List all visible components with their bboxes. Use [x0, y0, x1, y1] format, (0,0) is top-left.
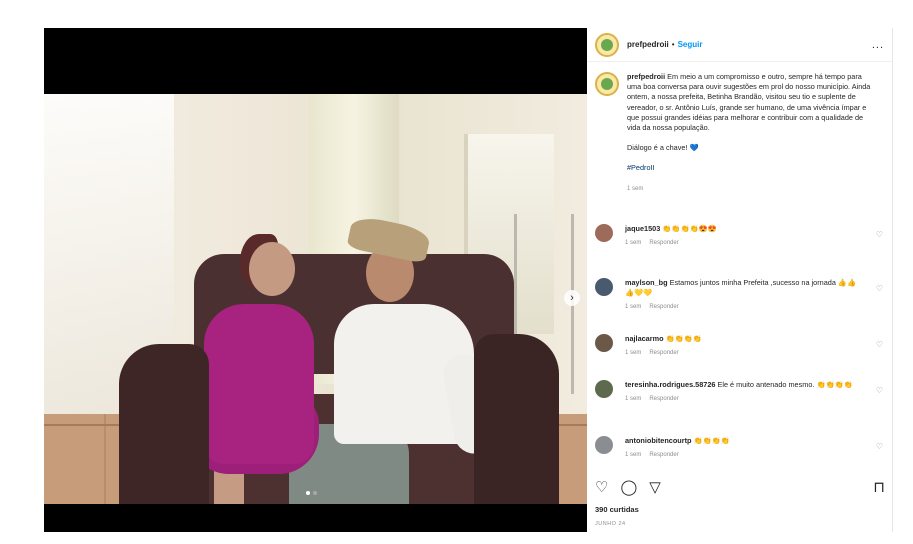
- comment-time: 1 sem: [625, 350, 642, 356]
- comment-item: najlacarmo 👏👏👏👏 1 sem Responder ♡: [595, 334, 885, 380]
- heart-icon[interactable]: ♡: [876, 442, 883, 451]
- follow-button[interactable]: Seguir: [678, 40, 703, 49]
- woman-dress: [204, 304, 314, 464]
- caption: prefpedroii Em meio a um compromisso e o…: [587, 62, 892, 194]
- logo-icon: [601, 38, 613, 51]
- reply-button[interactable]: Responder: [649, 304, 678, 310]
- comment-avatar[interactable]: [595, 380, 613, 398]
- carousel-dots: [306, 491, 317, 495]
- comment-avatar[interactable]: [595, 334, 613, 352]
- caption-closing: Diálogo é a chave!: [627, 143, 688, 153]
- post-header: prefpedroii • Seguir ...: [587, 28, 892, 62]
- reply-button[interactable]: Responder: [649, 240, 678, 246]
- reply-button[interactable]: Responder: [649, 396, 678, 402]
- comment-username[interactable]: jaque1503: [625, 224, 660, 233]
- comment-text: Ele é muito antenado mesmo. 👏👏👏👏: [717, 380, 853, 389]
- share-icon[interactable]: ▽: [649, 480, 661, 495]
- woman-head: [249, 242, 295, 296]
- comment-icon[interactable]: ◯: [620, 480, 637, 495]
- heart-icon[interactable]: ♡: [876, 230, 883, 239]
- like-icon[interactable]: ♡: [595, 480, 608, 495]
- likes-count[interactable]: 390 curtidas: [595, 505, 639, 514]
- caption-username[interactable]: prefpedroii: [627, 72, 665, 81]
- comment-avatar[interactable]: [595, 278, 613, 296]
- bookmark-icon[interactable]: ⊓: [873, 480, 885, 495]
- heart-icon[interactable]: ♡: [876, 386, 883, 395]
- next-media-button[interactable]: ›: [564, 290, 580, 306]
- carousel-dot-active: [306, 491, 310, 495]
- post-photo: [44, 94, 587, 504]
- logo-icon: [601, 78, 613, 90]
- comment-username[interactable]: maylson_bg: [625, 278, 668, 287]
- separator-dot: •: [671, 40, 675, 49]
- comment-time: 1 sem: [625, 240, 642, 246]
- comment-username[interactable]: antoniobitencourtp: [625, 436, 691, 445]
- reply-button[interactable]: Responder: [649, 350, 678, 356]
- post-media[interactable]: ›: [44, 28, 587, 532]
- blue-heart-icon: 💙: [689, 143, 699, 153]
- post-panel: prefpedroii • Seguir ... prefpedroii Em …: [587, 28, 893, 532]
- comment-text: 👏👏👏👏: [665, 334, 702, 343]
- caption-text-block: prefpedroii Em meio a um compromisso e o…: [627, 72, 877, 194]
- comment-item: antoniobitencourtp 👏👏👏👏 1 sem Responder ♡: [595, 436, 885, 480]
- more-options-icon[interactable]: ...: [872, 39, 884, 51]
- profile-username[interactable]: prefpedroii: [627, 40, 669, 49]
- heart-icon[interactable]: ♡: [876, 284, 883, 293]
- comment-time: 1 sem: [625, 396, 642, 402]
- comment-time: 1 sem: [625, 452, 642, 458]
- caption-time: 1 sem: [627, 185, 644, 192]
- reply-button[interactable]: Responder: [649, 452, 678, 458]
- post-date: JUNHO 24: [595, 521, 626, 527]
- caption-text: Em meio a um compromisso e outro, sempre…: [627, 72, 871, 133]
- chevron-right-icon: ›: [570, 292, 574, 304]
- caption-avatar[interactable]: [595, 72, 619, 96]
- comments-list: jaque1503 👏👏👏👏😍😍 1 sem Responder ♡ maylso…: [595, 224, 885, 480]
- comment-avatar[interactable]: [595, 436, 613, 454]
- comment-text: 👏👏👏👏: [693, 436, 730, 445]
- hashtag-link[interactable]: #PedroII: [627, 163, 877, 173]
- carousel-dot: [313, 491, 317, 495]
- action-bar: ♡ ◯ ▽ ⊓: [595, 480, 885, 495]
- comment-text: 👏👏👏👏😍😍: [662, 224, 717, 233]
- comment-time: 1 sem: [625, 304, 642, 310]
- comment-username[interactable]: teresinha.rodrigues.58726: [625, 380, 715, 389]
- comment-username[interactable]: najlacarmo: [625, 334, 664, 343]
- profile-avatar[interactable]: [595, 32, 619, 57]
- sofa-arm-right: [474, 334, 559, 504]
- comment-item: maylson_bg Estamos juntos minha Prefeita…: [595, 278, 885, 334]
- comment-item: jaque1503 👏👏👏👏😍😍 1 sem Responder ♡: [595, 224, 885, 278]
- comment-item: teresinha.rodrigues.58726 Ele é muito an…: [595, 380, 885, 436]
- sofa-arm-left: [119, 344, 209, 504]
- heart-icon[interactable]: ♡: [876, 340, 883, 349]
- comment-avatar[interactable]: [595, 224, 613, 242]
